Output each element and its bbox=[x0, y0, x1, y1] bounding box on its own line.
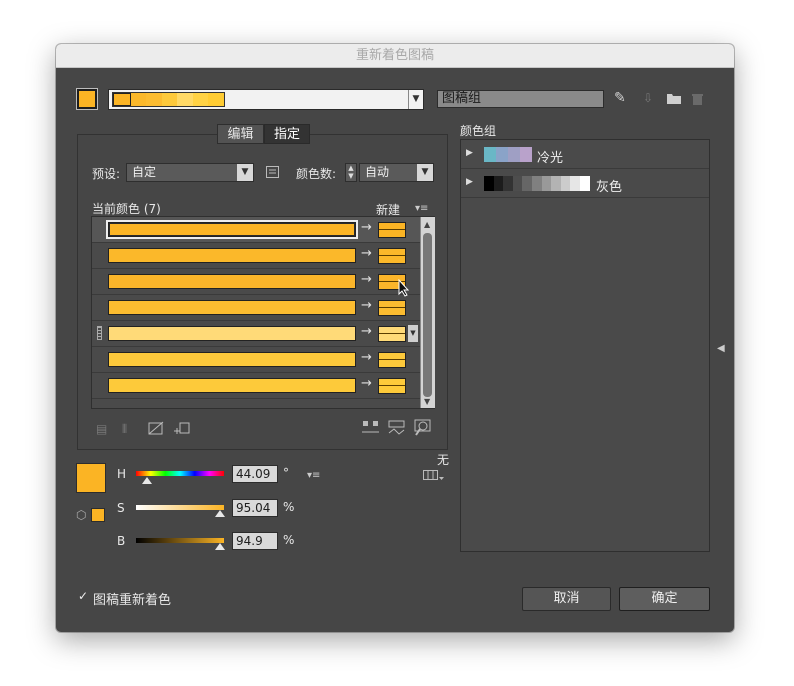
saturation-thumb[interactable] bbox=[214, 510, 225, 517]
merge-colors-icon[interactable]: ▤ bbox=[96, 423, 107, 435]
current-color-bar[interactable] bbox=[108, 326, 356, 341]
current-color-bar[interactable] bbox=[108, 248, 356, 263]
cancel-button[interactable]: 取消 bbox=[522, 587, 611, 611]
arrow-right-icon[interactable]: → bbox=[361, 246, 372, 261]
new-color-swatch[interactable] bbox=[378, 248, 406, 264]
brightness-thumb[interactable] bbox=[214, 543, 225, 550]
hue-slider[interactable] bbox=[136, 471, 224, 476]
color-group-name: 灰色 bbox=[596, 180, 623, 195]
color-row[interactable]: → bbox=[92, 373, 420, 399]
mouse-cursor-icon bbox=[398, 278, 410, 300]
new-color-swatch[interactable] bbox=[378, 352, 406, 368]
randomize-saturation-icon[interactable] bbox=[388, 420, 406, 438]
color-groups-panel bbox=[460, 139, 710, 552]
color-list: → → → → → ▼ → → bbox=[91, 216, 435, 409]
current-color-bar[interactable] bbox=[108, 300, 356, 315]
saturation-slider[interactable] bbox=[136, 505, 224, 510]
color-group-row[interactable]: ▶ 冷光 bbox=[461, 140, 709, 169]
hue-thumb[interactable] bbox=[141, 477, 152, 484]
find-colors-icon[interactable] bbox=[414, 419, 432, 438]
hue-label: H bbox=[117, 467, 127, 481]
list-scrollbar[interactable]: ▲ ▼ bbox=[420, 217, 435, 408]
harmony-name-field[interactable]: 图稿组 bbox=[437, 90, 604, 108]
color-count-dropdown[interactable]: 自动 ▼ bbox=[359, 163, 434, 182]
color-group-name: 冷光 bbox=[537, 151, 564, 166]
save-to-group-icon[interactable]: ⇩ bbox=[643, 92, 653, 104]
harmony-color-strip bbox=[112, 92, 225, 107]
color-group-row[interactable]: ▶ 灰色 bbox=[461, 169, 709, 198]
current-color-bar[interactable] bbox=[108, 222, 356, 237]
tab-edit[interactable]: 编辑 bbox=[217, 124, 264, 144]
arrow-right-icon[interactable]: → bbox=[361, 298, 372, 313]
drag-handle-icon[interactable] bbox=[97, 326, 102, 340]
expand-triangle-icon[interactable]: ▶ bbox=[466, 148, 473, 158]
arrow-right-icon[interactable]: → bbox=[361, 350, 372, 365]
none-label: 无 bbox=[437, 453, 450, 467]
ok-button[interactable]: 确定 bbox=[619, 587, 710, 611]
color-row[interactable]: → ▼ bbox=[92, 321, 420, 347]
color-groups-title: 颜色组 bbox=[460, 124, 497, 138]
expand-triangle-icon[interactable]: ▶ bbox=[466, 177, 473, 187]
collapse-panel-icon[interactable]: ◀ bbox=[717, 343, 725, 355]
preset-options-icon[interactable] bbox=[266, 166, 279, 180]
hsb-menu-icon[interactable]: ▾≡ bbox=[307, 470, 320, 482]
new-color-swatch[interactable] bbox=[378, 300, 406, 316]
saturation-unit: % bbox=[283, 500, 295, 514]
selected-color-swatch bbox=[76, 463, 106, 493]
arrow-right-icon[interactable]: → bbox=[361, 272, 372, 287]
tab-assign[interactable]: 指定 bbox=[264, 124, 310, 144]
brightness-slider[interactable] bbox=[136, 538, 224, 543]
current-color-bar[interactable] bbox=[108, 378, 356, 393]
color-group-swatches bbox=[484, 176, 590, 191]
preset-value: 自定 bbox=[132, 165, 157, 179]
color-count-stepper[interactable]: ▲ ▼ bbox=[345, 163, 357, 182]
exclude-colors-icon[interactable] bbox=[148, 421, 164, 437]
brightness-label: B bbox=[117, 534, 126, 548]
color-row[interactable]: → bbox=[92, 243, 420, 269]
current-color-bar[interactable] bbox=[108, 274, 356, 289]
color-mode-menu-icon[interactable] bbox=[423, 470, 445, 484]
brightness-value-field[interactable]: 94.9 bbox=[232, 532, 278, 550]
color-row[interactable]: → bbox=[92, 269, 420, 295]
recolor-checkbox[interactable]: ✓ bbox=[78, 590, 88, 602]
new-color-swatch[interactable] bbox=[378, 378, 406, 394]
row-menu-chevron-icon[interactable]: ▼ bbox=[408, 325, 418, 342]
new-color-swatch[interactable] bbox=[378, 326, 406, 342]
recolor-checkbox-label[interactable]: 图稿重新着色 bbox=[93, 589, 171, 608]
window-title: 重新着色图稿 bbox=[56, 44, 734, 68]
color-row[interactable]: → bbox=[92, 347, 420, 373]
chevron-down-icon: ▼ bbox=[417, 164, 433, 181]
active-color-swatch[interactable] bbox=[76, 88, 98, 110]
hue-value-field[interactable]: 44.09 bbox=[232, 465, 278, 483]
new-color-swatch[interactable] bbox=[378, 222, 406, 238]
color-count-label: 颜色数: bbox=[296, 167, 337, 181]
eyedropper-icon[interactable]: ✎ bbox=[614, 91, 626, 105]
chevron-down-icon[interactable]: ▼ bbox=[408, 90, 423, 109]
harmony-rules-dropdown[interactable]: ▼ bbox=[108, 89, 424, 110]
color-row[interactable]: → bbox=[92, 295, 420, 321]
new-group-folder-icon[interactable] bbox=[667, 93, 681, 106]
current-colors-header: 当前颜色 (7) bbox=[92, 202, 161, 216]
out-of-gamut-cube-icon[interactable]: ⬡ bbox=[76, 509, 86, 521]
gamut-color-swatch[interactable] bbox=[91, 508, 105, 522]
brightness-unit: % bbox=[283, 533, 295, 547]
new-row-icon[interactable] bbox=[174, 421, 190, 437]
randomize-order-icon[interactable] bbox=[362, 420, 380, 438]
separate-colors-icon[interactable]: ⫴ bbox=[122, 423, 127, 435]
trash-icon[interactable] bbox=[692, 93, 703, 107]
saturation-label: S bbox=[117, 501, 125, 515]
preset-dropdown[interactable]: 自定 ▼ bbox=[126, 163, 254, 182]
list-menu-icon[interactable]: ▾≡ bbox=[415, 203, 428, 215]
arrow-right-icon[interactable]: → bbox=[361, 220, 372, 235]
chevron-down-icon: ▼ bbox=[237, 164, 253, 181]
color-group-swatches bbox=[484, 147, 532, 162]
saturation-value-field[interactable]: 95.04 bbox=[232, 499, 278, 517]
arrow-right-icon[interactable]: → bbox=[361, 376, 372, 391]
current-color-bar[interactable] bbox=[108, 352, 356, 367]
color-row[interactable]: → bbox=[92, 217, 420, 243]
preset-label: 预设: bbox=[92, 167, 121, 181]
arrow-right-icon[interactable]: → bbox=[361, 324, 372, 339]
hue-unit: ° bbox=[283, 466, 289, 480]
color-count-value: 自动 bbox=[365, 165, 390, 179]
